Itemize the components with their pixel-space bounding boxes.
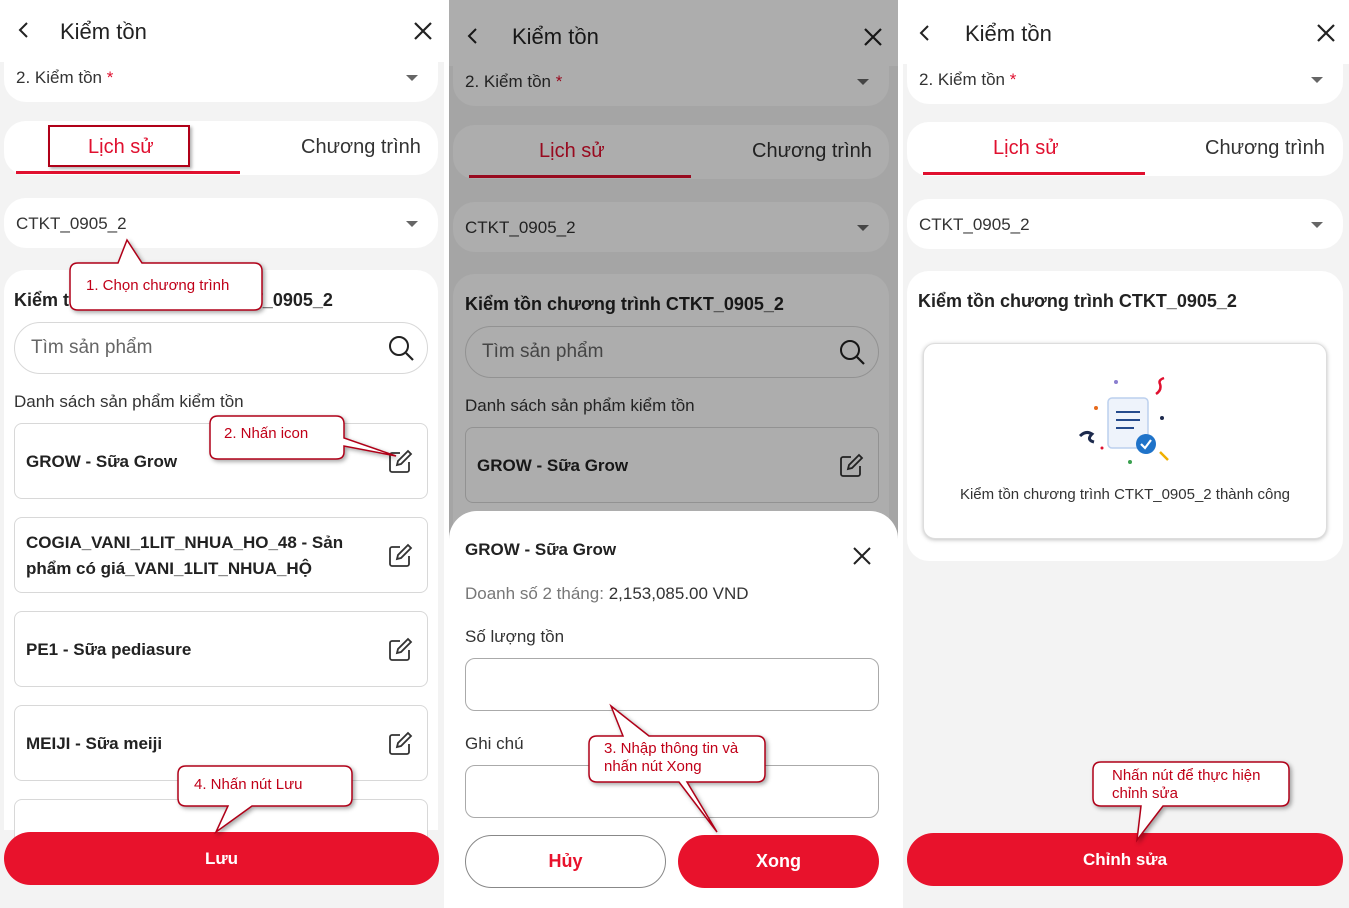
tab-bar: Lịch sử Chương trình bbox=[907, 122, 1343, 176]
sheet-title: GROW - Sữa Grow bbox=[465, 540, 617, 559]
search-input[interactable]: Tìm sản phẩm bbox=[14, 322, 428, 374]
callout-1: 1. Chọn chương trình bbox=[86, 277, 230, 294]
sales-value: 2,153,085.00 VND bbox=[608, 584, 749, 603]
required-mark: * bbox=[1009, 70, 1017, 89]
back-arrow-icon[interactable] bbox=[913, 21, 937, 45]
program-dropdown-value: CTKT_0905_2 bbox=[919, 215, 1030, 234]
edit-icon[interactable] bbox=[387, 637, 413, 663]
product-name: COGIA_VANI_1LIT_NHUA_HO_48 - Sản phẩm có… bbox=[26, 533, 344, 578]
tab-history[interactable]: Lịch sử bbox=[993, 137, 1059, 160]
caret-down-icon bbox=[406, 221, 418, 227]
callout-4: 4. Nhấn nút Lưu bbox=[194, 776, 303, 793]
product-name: PE1 - Sữa pediasure bbox=[26, 640, 192, 659]
cancel-button[interactable]: Hủy bbox=[465, 835, 666, 888]
tab-underline bbox=[923, 172, 1145, 175]
list-item[interactable]: PE1 - Sữa pediasure bbox=[14, 611, 428, 687]
list-label: Danh sách sản phẩm kiểm tồn bbox=[14, 392, 244, 411]
edit-icon[interactable] bbox=[387, 731, 413, 757]
callout-1-shape bbox=[69, 238, 263, 311]
page-title: Kiểm tồn bbox=[60, 19, 147, 44]
type-dropdown-label: 2. Kiểm tồn bbox=[16, 68, 102, 87]
tab-program[interactable]: Chương trình bbox=[301, 136, 421, 159]
panel-step-3: Kiểm tồn 2. Kiểm tồn * Lịch sử Chương tr… bbox=[449, 0, 898, 908]
type-dropdown[interactable]: 2. Kiểm tồn * bbox=[907, 54, 1343, 104]
product-name: GROW - Sữa Grow bbox=[26, 452, 178, 471]
highlight-box bbox=[48, 125, 190, 167]
sales-info: Doanh số 2 tháng: 2,153,085.00 VND bbox=[465, 584, 749, 604]
save-button[interactable]: Lưu bbox=[4, 832, 439, 885]
caret-down-icon bbox=[406, 75, 418, 81]
product-name: MEIJI - Sữa meiji bbox=[26, 734, 163, 753]
search-placeholder: Tìm sản phẩm bbox=[31, 337, 153, 358]
section-title: Kiểm tồn chương trình CTKT_0905_2 bbox=[918, 291, 1237, 311]
done-button[interactable]: Xong bbox=[678, 835, 879, 888]
edit-icon[interactable] bbox=[387, 543, 413, 569]
close-icon[interactable] bbox=[852, 546, 872, 566]
product-section: Kiểm tồn chương trình CTKT_0905_2 Tìm sả… bbox=[4, 270, 438, 875]
document-check-icon bbox=[1078, 376, 1169, 464]
close-icon[interactable] bbox=[410, 18, 436, 44]
type-dropdown-label: 2. Kiểm tồn bbox=[919, 70, 1005, 89]
type-dropdown[interactable]: 2. Kiểm tồn * bbox=[4, 52, 438, 102]
back-arrow-icon[interactable] bbox=[12, 18, 36, 42]
caret-down-icon bbox=[1311, 222, 1323, 228]
page-title: Kiểm tồn bbox=[965, 21, 1052, 46]
result-section: Kiểm tồn chương trình CTKT_0905_2 Kiểm t… bbox=[907, 271, 1343, 561]
list-item[interactable]: COGIA_VANI_1LIT_NHUA_HO_48 - Sản phẩm có… bbox=[14, 517, 428, 593]
caret-down-icon bbox=[1311, 77, 1323, 83]
panel-step-1: Kiểm tồn 2. Kiểm tồn * Lịch sử Chương tr… bbox=[0, 0, 444, 908]
program-dropdown-value: CTKT_0905_2 bbox=[16, 214, 127, 233]
callout-2: 2. Nhấn icon bbox=[224, 425, 309, 442]
callout-4-shape bbox=[177, 765, 353, 835]
required-mark: * bbox=[106, 68, 114, 87]
program-dropdown[interactable]: CTKT_0905_2 bbox=[907, 199, 1343, 249]
tab-program[interactable]: Chương trình bbox=[1205, 137, 1325, 160]
success-message: Kiểm tồn chương trình CTKT_0905_2 thành … bbox=[959, 486, 1291, 503]
close-icon[interactable] bbox=[1313, 20, 1339, 46]
panel-result: Kiểm tồn 2. Kiểm tồn * Lịch sử Chương tr… bbox=[903, 0, 1349, 908]
callout-5: Nhấn nút để thực hiện chỉnh sửa bbox=[1112, 767, 1261, 802]
sales-label: Doanh số 2 tháng: bbox=[465, 584, 604, 603]
callout-3: 3. Nhập thông tin và nhấn nút Xong bbox=[604, 740, 739, 775]
stock-label: Số lượng tồn bbox=[465, 627, 565, 646]
note-label: Ghi chú bbox=[465, 734, 524, 753]
search-icon[interactable] bbox=[387, 334, 415, 362]
tab-underline bbox=[16, 171, 240, 174]
success-card: Kiểm tồn chương trình CTKT_0905_2 thành … bbox=[923, 343, 1327, 539]
